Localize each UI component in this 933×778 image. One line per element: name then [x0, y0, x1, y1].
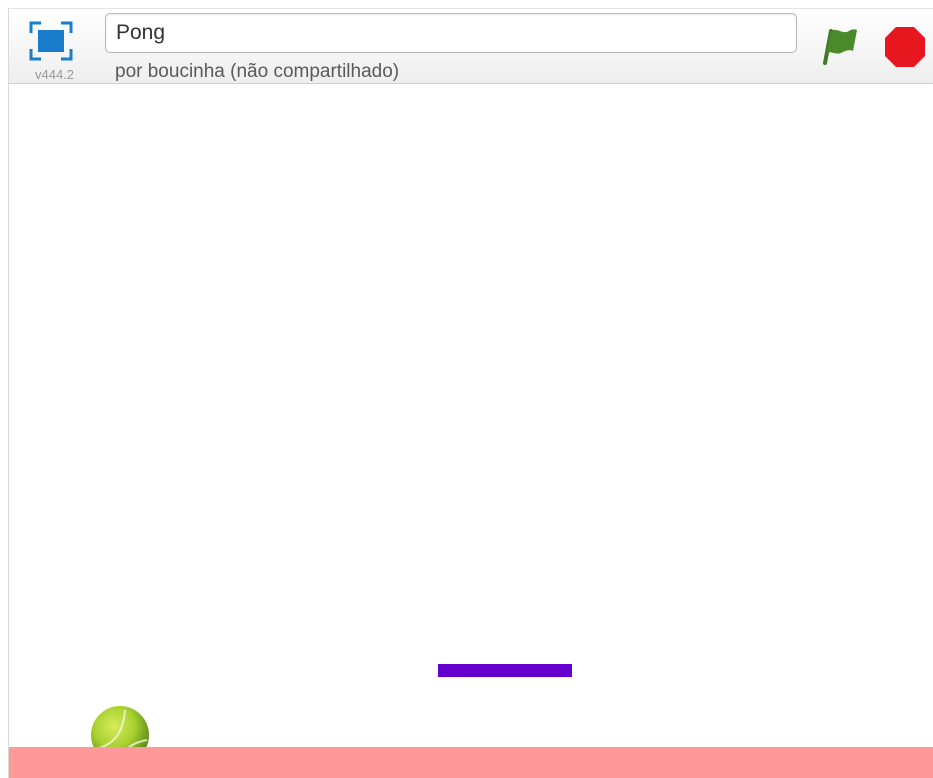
green-flag-button[interactable] [819, 23, 863, 67]
stage[interactable] [8, 84, 933, 778]
stop-button[interactable] [883, 25, 927, 69]
green-flag-icon [823, 29, 857, 65]
stop-sign-icon [885, 27, 925, 67]
author-line: por boucinha (não compartilhado) [115, 61, 400, 82]
project-title-input[interactable] [105, 13, 797, 53]
paddle-sprite[interactable] [438, 664, 572, 677]
version-label: v444.2 [35, 67, 75, 82]
floor-sprite [9, 747, 933, 778]
player-header: v444.2 por boucinha (não compartilhado) [8, 8, 933, 84]
fullscreen-icon [29, 21, 73, 61]
scratch-player: v444.2 por boucinha (não compartilhado) [8, 8, 933, 778]
fullscreen-button[interactable] [29, 21, 73, 61]
